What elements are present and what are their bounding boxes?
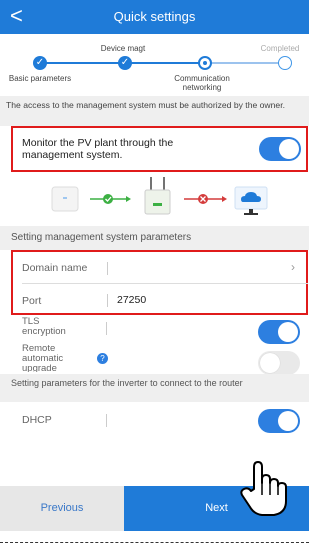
step-connector [206,62,286,64]
field-divider [106,414,107,427]
info-icon[interactable]: ? [97,353,108,364]
remote-upgrade-label: Remote automatic upgrade [22,344,64,372]
step-label-completed: Completed [260,44,300,53]
monitor-plant-toggle[interactable] [259,137,301,161]
step-dot-communication [198,56,212,70]
page-title: Quick settings [113,9,196,24]
connection-diagram-svg [51,177,268,215]
authorization-notice: The access to the management system must… [0,96,309,126]
domain-name-input[interactable] [117,262,287,276]
step-connector [126,62,206,64]
domain-name-label: Domain name [22,262,88,274]
mgmt-section-title: Setting management system parameters [0,226,309,250]
step-connector [40,62,126,64]
error-x-icon [198,194,208,204]
mgmt-params-box: Domain name › Port 27250 [11,250,308,315]
step-label-communication: Communication networking [174,74,230,92]
field-divider [106,322,107,335]
step-dot-basic-parameters: ✓ [33,56,47,70]
port-label: Port [22,295,42,307]
dongle-icon [144,177,171,215]
check-icon: ✓ [35,57,45,68]
step-label-device-magt: Device magt [100,44,146,53]
port-input[interactable]: 27250 [117,294,146,306]
previous-button[interactable]: Previous [0,486,124,531]
dhcp-toggle[interactable] [258,409,300,433]
router-section-title: Setting parameters for the inverter to c… [0,374,309,402]
step-dot-completed [278,56,292,70]
field-divider [107,262,108,275]
hand-pointer-icon [240,461,287,516]
dashed-divider [0,542,309,543]
cloud-server-icon [234,186,268,215]
chevron-right-icon[interactable]: › [291,260,295,274]
step-dot-device-magt: ✓ [118,56,132,70]
row-divider [22,283,308,284]
remote-upgrade-toggle[interactable] [258,351,300,375]
progress-stepper: ✓ ✓ Device magt Completed Basic paramete… [0,34,309,96]
step-label-basic-parameters: Basic parameters [8,74,72,83]
tls-label: TLS encryption [22,316,66,337]
dhcp-label: DHCP [22,414,52,426]
ok-check-icon [103,194,113,204]
tls-toggle[interactable] [258,320,300,344]
header-bar: < Quick settings [0,0,309,34]
field-divider [107,294,108,307]
inverter-icon [51,186,79,212]
monitor-plant-row: Monitor the PV plant through the managem… [11,126,308,172]
monitor-plant-label: Monitor the PV plant through the managem… [22,137,174,161]
connection-diagram [0,172,309,224]
check-icon: ✓ [120,57,130,68]
